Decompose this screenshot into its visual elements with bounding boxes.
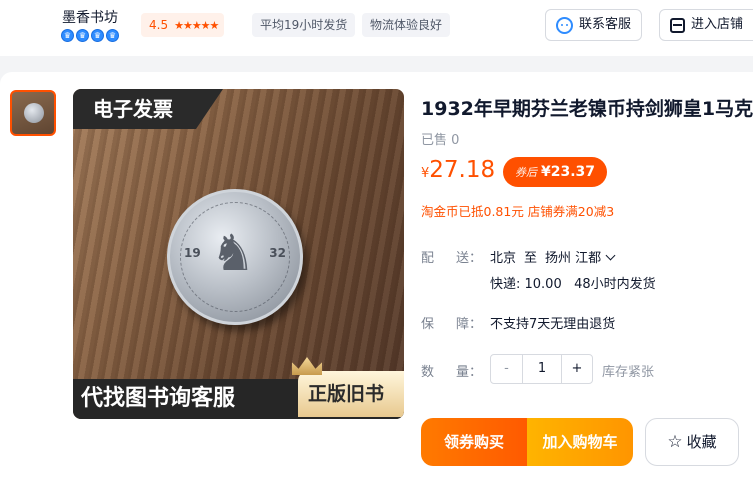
- promo-text: 淘金币已抵0.81元 店铺券满20减3: [421, 204, 615, 219]
- coin-image: ♞ 19 32: [167, 189, 303, 325]
- store-name[interactable]: 墨香书坊: [62, 7, 118, 27]
- sold-count: 已售 0: [421, 133, 460, 148]
- rating-score: 4.5: [149, 18, 169, 32]
- quantity-label-a: 数: [421, 365, 435, 380]
- quantity-decrease-button[interactable]: -: [491, 355, 523, 383]
- coin-year-left: 19: [184, 246, 201, 260]
- genuine-used-books-badge: 正版旧书: [298, 371, 404, 417]
- coin-year-right: 32: [269, 246, 286, 260]
- shipping-label-b: 送：: [456, 251, 483, 266]
- store-rating: 4.5 ★★★★★: [141, 13, 225, 37]
- lion-emblem-icon: ♞: [210, 224, 256, 282]
- chevron-down-icon: [605, 250, 616, 261]
- add-to-cart-button[interactable]: 加入购物车: [527, 418, 633, 466]
- store-level-crowns: ♛ ♛ ♛ ♛: [61, 29, 119, 42]
- customer-service-icon: [556, 16, 573, 34]
- enter-shop-label: 进入店铺: [691, 17, 744, 32]
- find-books-banner-text: 代找图书询客服: [81, 386, 236, 411]
- shipping-fee-row: 快递: 10.00 48小时内发货: [490, 273, 656, 292]
- crown-icon: ♛: [76, 29, 89, 42]
- quantity-increase-button[interactable]: +: [561, 355, 592, 383]
- logistics-badge: 物流体验良好: [362, 13, 451, 37]
- favorite-label: 收藏: [686, 433, 717, 451]
- invoice-banner: 电子发票: [73, 89, 223, 129]
- star-icon: ☆: [667, 432, 683, 452]
- dispatch-time: 48小时内发货: [574, 277, 656, 292]
- contact-service-label: 联系客服: [579, 17, 632, 32]
- enter-shop-button[interactable]: 进入店铺: [659, 9, 753, 41]
- ship-to-word: 至: [524, 251, 538, 266]
- coin-thumbnail-image: [24, 103, 44, 123]
- guarantee-value: 不支持7天无理由退货: [490, 317, 616, 332]
- guarantee-label-b: 障：: [456, 317, 483, 332]
- price-value: 27.18: [429, 157, 496, 183]
- bottom-banner: 代找图书询客服 正版旧书: [73, 357, 404, 419]
- ship-destination: 扬州 江都: [545, 251, 602, 266]
- quantity-stepper: - 1 +: [490, 354, 593, 384]
- coupon-price-value: ¥23.37: [541, 164, 596, 180]
- crown-icon: ♛: [106, 29, 119, 42]
- product-price: ¥27.18: [421, 157, 495, 183]
- coupon-tag: 券后: [515, 166, 537, 179]
- store-header: 墨香书坊 ♛ ♛ ♛ ♛ 4.5 ★★★★★ 平均19小时发货 物流体验良好 联系…: [0, 0, 753, 56]
- shipping-label: 配 送：: [421, 247, 482, 266]
- gallery-thumbnail[interactable]: [10, 90, 56, 136]
- product-title: 1932年早期芬兰老镍币持剑狮皇1马克: [421, 98, 753, 120]
- gold-crown-icon: [292, 357, 322, 375]
- favorite-button[interactable]: ☆ 收藏: [645, 418, 739, 466]
- quantity-input[interactable]: 1: [523, 355, 561, 383]
- quantity-label-b: 量：: [456, 365, 483, 380]
- contact-service-button[interactable]: 联系客服: [545, 9, 643, 41]
- crown-icon: ♛: [61, 29, 74, 42]
- stock-status: 库存紧张: [602, 365, 655, 380]
- coupon-price-badge[interactable]: 券后 ¥23.37: [503, 157, 608, 187]
- shop-icon: [670, 17, 685, 33]
- product-main-image[interactable]: 电子发票 ♞ 19 32 代找图书询客服 正版旧书: [73, 89, 404, 419]
- shipping-speed-badge: 平均19小时发货: [252, 13, 356, 37]
- rating-stars-icon: ★★★★★: [174, 19, 219, 32]
- shipping-route: 北京至扬州 江都: [490, 247, 616, 266]
- crown-icon: ♛: [91, 29, 104, 42]
- guarantee-label: 保 障：: [421, 313, 482, 332]
- buy-with-coupon-button[interactable]: 领券购买: [421, 418, 527, 466]
- quantity-label: 数 量：: [421, 361, 482, 380]
- guarantee-label-a: 保: [421, 317, 435, 332]
- shipping-label-a: 配: [421, 251, 435, 266]
- shipping-fee: 快递: 10.00: [490, 277, 562, 292]
- ship-from: 北京: [490, 251, 517, 266]
- ship-destination-selector[interactable]: 扬州 江都: [545, 250, 616, 266]
